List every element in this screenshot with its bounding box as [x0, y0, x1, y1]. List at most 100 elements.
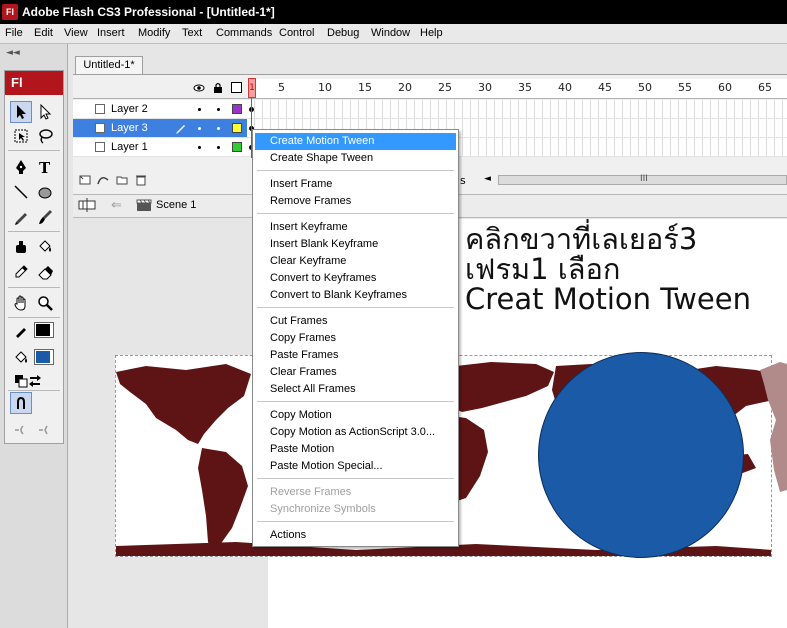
text-tool-icon[interactable]: T: [34, 156, 56, 178]
ink-bottle-tool-icon[interactable]: [10, 236, 32, 258]
menu-view[interactable]: View: [64, 27, 88, 39]
menu-window[interactable]: Window: [371, 27, 410, 39]
paint-bucket-tool-icon[interactable]: [34, 236, 56, 258]
lock-dot[interactable]: [217, 127, 220, 130]
menu-text[interactable]: Text: [182, 27, 202, 39]
flash-app-icon: Fl: [2, 4, 18, 20]
insert-layer-icon[interactable]: [79, 174, 91, 189]
insert-folder-icon[interactable]: [116, 174, 128, 189]
menu-item-select-all-frames[interactable]: Select All Frames: [255, 381, 456, 398]
timeline-horizontal-scrollbar[interactable]: ◄ III: [484, 174, 787, 186]
menu-item-create-motion-tween[interactable]: Create Motion Tween: [255, 133, 456, 150]
ruler-label: 20: [398, 81, 412, 94]
snap-to-objects-icon[interactable]: [10, 392, 32, 414]
lock-icon[interactable]: [212, 82, 224, 97]
zoom-tool-icon[interactable]: [34, 292, 56, 314]
frames-row-layer-2[interactable]: [247, 100, 787, 119]
menu-item-copy-motion-as-actionscript[interactable]: Copy Motion as ActionScript 3.0...: [255, 424, 456, 441]
menu-item-actions[interactable]: Actions: [255, 527, 456, 544]
swap-colors-icon[interactable]: [24, 370, 46, 392]
menu-item-convert-to-keyframes[interactable]: Convert to Keyframes: [255, 270, 456, 287]
layer-outline-color[interactable]: [232, 123, 242, 133]
collapse-panel-icon[interactable]: ◄◄: [6, 48, 20, 58]
menu-item-cut-frames[interactable]: Cut Frames: [255, 313, 456, 330]
window-title: Adobe Flash CS3 Professional - [Untitled…: [22, 5, 275, 19]
scroll-grip[interactable]: III: [640, 174, 648, 184]
ruler-label: 35: [518, 81, 532, 94]
menu-debug[interactable]: Debug: [327, 27, 359, 39]
menu-item-insert-frame[interactable]: Insert Frame: [255, 176, 456, 193]
eraser-tool-icon[interactable]: [34, 261, 56, 283]
line-tool-icon[interactable]: [10, 181, 32, 203]
menu-separator: [257, 521, 454, 522]
menu-item-create-shape-tween[interactable]: Create Shape Tween: [255, 150, 456, 167]
menu-modify[interactable]: Modify: [138, 27, 170, 39]
menu-item-convert-to-blank-keyframes[interactable]: Convert to Blank Keyframes: [255, 287, 456, 304]
layer-row-layer-1[interactable]: Layer 1: [73, 138, 247, 157]
menu-item-clear-keyframe[interactable]: Clear Keyframe: [255, 253, 456, 270]
layer-row-layer-2[interactable]: Layer 2: [73, 100, 247, 119]
tools-divider: [8, 150, 60, 151]
menu-bar: File Edit View Insert Modify Text Comman…: [0, 24, 787, 44]
add-motion-guide-icon[interactable]: [97, 174, 109, 189]
subselection-tool-icon[interactable]: [34, 101, 56, 123]
ruler-label: 45: [598, 81, 612, 94]
menu-item-insert-blank-keyframe[interactable]: Insert Blank Keyframe: [255, 236, 456, 253]
lasso-tool-icon[interactable]: [34, 125, 56, 147]
menu-commands[interactable]: Commands: [216, 27, 272, 39]
menu-item-paste-frames[interactable]: Paste Frames: [255, 347, 456, 364]
layer-outline-color[interactable]: [232, 142, 242, 152]
menu-item-copy-frames[interactable]: Copy Frames: [255, 330, 456, 347]
pencil-tool-icon[interactable]: [10, 206, 32, 228]
delete-layer-icon[interactable]: [135, 174, 147, 189]
straighten-icon[interactable]: [34, 419, 56, 441]
menu-separator: [257, 213, 454, 214]
menu-item-remove-frames[interactable]: Remove Frames: [255, 193, 456, 210]
hand-tool-icon[interactable]: [10, 292, 32, 314]
eye-icon[interactable]: [193, 82, 205, 97]
scene-name[interactable]: Scene 1: [156, 199, 196, 211]
menu-help[interactable]: Help: [420, 27, 443, 39]
selection-tool-icon[interactable]: [10, 101, 32, 123]
menu-control[interactable]: Control: [279, 27, 314, 39]
lock-dot[interactable]: [217, 108, 220, 111]
blue-circle-shape[interactable]: [538, 352, 744, 558]
brush-tool-icon[interactable]: [34, 206, 56, 228]
tools-divider: [8, 390, 60, 391]
scroll-left-arrow-icon[interactable]: ◄: [484, 174, 491, 184]
visibility-dot[interactable]: [198, 108, 201, 111]
menu-item-insert-keyframe[interactable]: Insert Keyframe: [255, 219, 456, 236]
visibility-dot[interactable]: [198, 146, 201, 149]
menu-separator: [257, 401, 454, 402]
eyedropper-tool-icon[interactable]: [10, 261, 32, 283]
frame-rate-label: s: [460, 174, 466, 187]
oval-tool-icon[interactable]: [34, 181, 56, 203]
tools-divider: [8, 287, 60, 288]
menu-edit[interactable]: Edit: [34, 27, 53, 39]
menu-item-clear-frames[interactable]: Clear Frames: [255, 364, 456, 381]
pen-tool-icon[interactable]: [10, 156, 32, 178]
lock-dot[interactable]: [217, 146, 220, 149]
back-arrow-icon[interactable]: ⇐: [111, 198, 122, 213]
tab-untitled-1[interactable]: Untitled-1*: [75, 56, 143, 74]
stroke-color-swatch[interactable]: [34, 322, 54, 338]
smooth-icon[interactable]: [10, 419, 32, 441]
menu-file[interactable]: File: [5, 27, 23, 39]
menu-item-paste-motion[interactable]: Paste Motion: [255, 441, 456, 458]
layer-row-layer-3[interactable]: Layer 3: [73, 119, 247, 138]
outline-icon[interactable]: [231, 82, 242, 93]
visibility-dot[interactable]: [198, 127, 201, 130]
free-transform-tool-icon[interactable]: [10, 125, 32, 147]
ruler-label: 40: [558, 81, 572, 94]
layer-name: Layer 1: [111, 141, 148, 153]
menu-item-copy-motion[interactable]: Copy Motion: [255, 407, 456, 424]
timeline-toggle-icon[interactable]: [78, 197, 96, 216]
layer-outline-color[interactable]: [232, 104, 242, 114]
fill-color-swatch[interactable]: [34, 349, 54, 365]
menu-insert[interactable]: Insert: [97, 27, 125, 39]
context-menu: Create Motion Tween Create Shape Tween I…: [252, 129, 459, 547]
fill-color-icon[interactable]: [10, 347, 32, 369]
playhead[interactable]: 1: [248, 78, 256, 98]
menu-item-paste-motion-special[interactable]: Paste Motion Special...: [255, 458, 456, 475]
stroke-color-icon[interactable]: [10, 320, 32, 342]
